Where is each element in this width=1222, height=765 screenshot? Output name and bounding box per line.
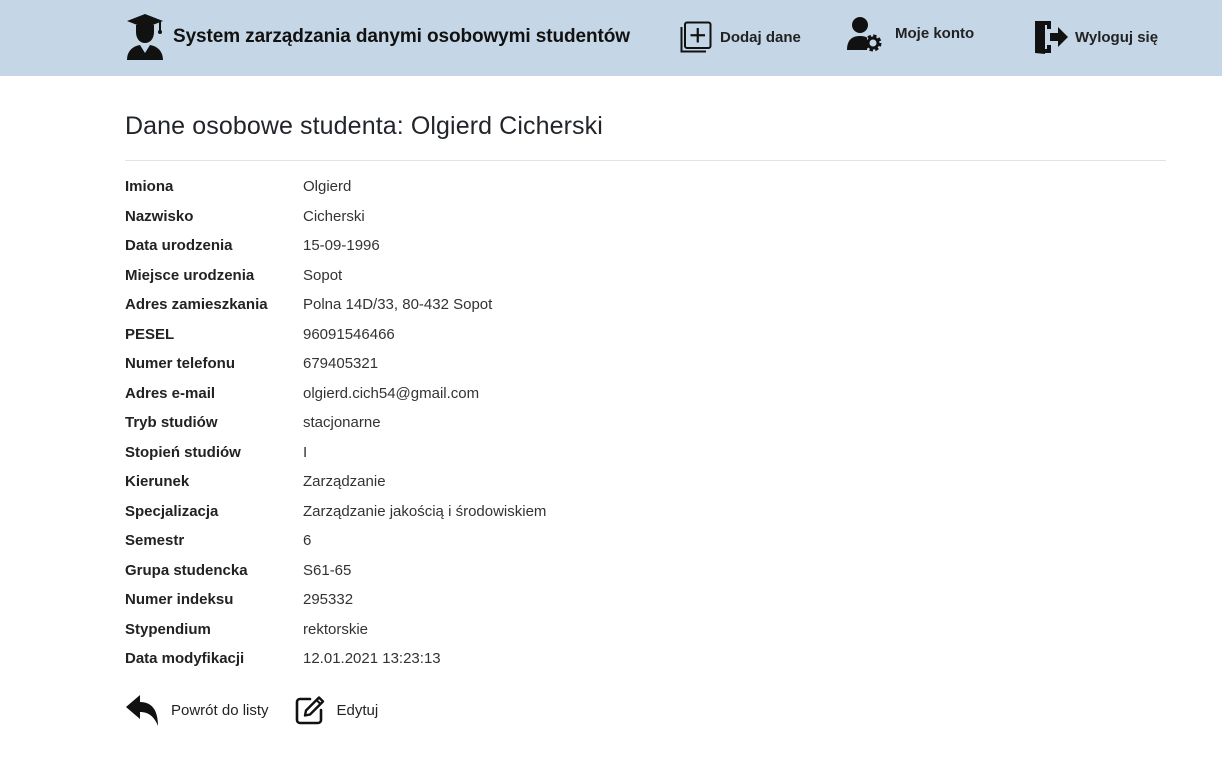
back-to-list-label: Powrót do listy (171, 701, 269, 719)
field-row-data-modyfikacji: Data modyfikacji 12.01.2021 13:23:13 (125, 644, 546, 674)
field-value: rektorskie (303, 620, 369, 638)
field-label: Numer telefonu (125, 355, 236, 373)
field-value: Zarządzanie jakością i środowiskiem (303, 502, 547, 520)
user-gear-icon (847, 17, 882, 52)
field-label: Kierunek (125, 473, 190, 491)
field-label: Specjalizacja (125, 502, 219, 520)
reply-arrow-icon (126, 695, 158, 726)
field-label: Miejsce urodzenia (125, 266, 255, 284)
nav-account-label: Moje konto (895, 24, 975, 42)
field-row-adres-zamieszkania: Adres zamieszkania Polna 14D/33, 80-432 S… (125, 290, 546, 320)
back-to-list-button[interactable]: Powrót do listy (125, 693, 269, 727)
field-row-grupa-studencka: Grupa studencka S61-65 (125, 556, 546, 586)
field-row-miejsce-urodzenia: Miejsce urodzenia Sopot (125, 261, 546, 291)
nav-logout-label: Wyloguj się (1075, 28, 1159, 46)
field-value: S61-65 (303, 561, 352, 579)
field-value: 295332 (303, 591, 354, 609)
field-label: Numer indeksu (125, 591, 234, 609)
field-row-tryb-studiow: Tryb studiów stacjonarne (125, 408, 546, 438)
field-value: 96091546466 (303, 325, 395, 343)
field-label: Data urodzenia (125, 237, 233, 255)
field-value: olgierd.cich54@gmail.com (303, 384, 480, 402)
field-label: Adres e-mail (125, 384, 216, 402)
field-label: Nazwisko (125, 207, 194, 225)
field-label: Stypendium (125, 620, 211, 638)
field-value: I (303, 443, 308, 461)
page-title: Dane osobowe studenta: Olgierd Cicherski (125, 112, 603, 140)
field-value: Zarządzanie (303, 473, 386, 491)
top-navbar: System zarządzania danymi osobowymi stud… (0, 0, 1222, 76)
brand-title: System zarządzania danymi osobowymi stud… (173, 26, 630, 47)
plus-square-icon (680, 21, 712, 53)
title-divider (125, 160, 1166, 161)
field-row-stypendium: Stypendium rektorskie (125, 615, 546, 645)
field-row-specjalizacja: Specjalizacja Zarządzanie jakością i środ… (125, 497, 546, 527)
field-value: 12.01.2021 13:23:13 (303, 650, 441, 668)
field-value: Olgierd (303, 178, 352, 196)
field-value: Cicherski (303, 207, 365, 225)
action-bar: Powrót do listy Edytuj (125, 690, 378, 730)
brand-link[interactable]: System zarządzania danymi osobowymi stud… (125, 13, 630, 61)
field-label: Grupa studencka (125, 561, 248, 579)
field-row-stopien-studiow: Stopień studiów I (125, 438, 546, 468)
student-details: Imiona Olgierd Nazwisko Cicherski Data uro… (125, 172, 546, 674)
nav-add-label: Dodaj dane (720, 28, 801, 46)
edit-square-icon (295, 696, 324, 725)
field-value: 6 (303, 532, 312, 550)
field-value: Sopot (303, 266, 343, 284)
edit-button[interactable]: Edytuj (295, 695, 379, 725)
nav-my-account[interactable]: Moje konto (847, 16, 974, 54)
field-row-kierunek: Kierunek Zarządzanie (125, 467, 546, 497)
field-row-imiona: Imiona Olgierd (125, 172, 546, 202)
field-value: Polna 14D/33, 80-432 Sopot (303, 296, 493, 314)
field-label: PESEL (125, 325, 175, 343)
field-row-data-urodzenia: Data urodzenia 15-09-1996 (125, 231, 546, 261)
field-label: Stopień studiów (125, 443, 241, 461)
edit-label: Edytuj (336, 701, 379, 719)
field-label: Semestr (125, 532, 185, 550)
field-row-pesel: PESEL 96091546466 (125, 320, 546, 350)
field-label: Imiona (125, 178, 174, 196)
field-row-numer-telefonu: Numer telefonu 679405321 (125, 349, 546, 379)
field-label: Tryb studiów (125, 414, 218, 432)
field-row-numer-indeksu: Numer indeksu 295332 (125, 585, 546, 615)
field-label: Adres zamieszkania (125, 296, 268, 314)
door-exit-icon (1035, 21, 1068, 54)
student-graduate-icon (127, 14, 163, 60)
field-value: 15-09-1996 (303, 237, 380, 255)
field-row-nazwisko: Nazwisko Cicherski (125, 202, 546, 232)
field-row-adres-email: Adres e-mail olgierd.cich54@gmail.com (125, 379, 546, 409)
field-row-semestr: Semestr 6 (125, 526, 546, 556)
nav-logout[interactable]: Wyloguj się (1033, 18, 1158, 56)
field-value: stacjonarne (303, 414, 381, 432)
field-value: 679405321 (303, 355, 379, 373)
nav-add-data[interactable]: Dodaj dane (680, 18, 801, 56)
field-label: Data modyfikacji (125, 650, 245, 668)
